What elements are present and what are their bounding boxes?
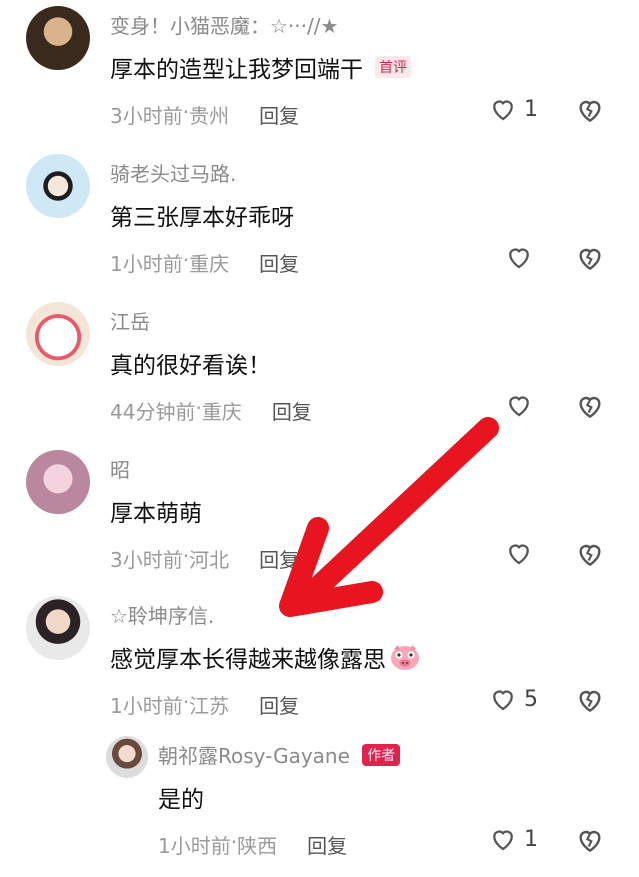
broken-heart-icon[interactable] [574, 242, 606, 274]
comment-text: 厚本萌萌 [110, 494, 202, 528]
avatar[interactable] [106, 736, 148, 778]
comment-time: 1小时前 [158, 834, 231, 858]
comment-text: 第三张厚本好乖呀 [110, 198, 294, 232]
comment-location: 重庆 [189, 252, 230, 276]
avatar[interactable] [26, 302, 90, 366]
username[interactable]: 骑老头过马路. [110, 158, 236, 187]
comment-body: 厚本的造型让我梦回端干 [110, 57, 363, 83]
comment-location: 河北 [189, 548, 230, 572]
reply-button[interactable]: 回复 [259, 100, 299, 129]
username[interactable]: ☆聆坤序信. [110, 600, 214, 629]
comment-location: 江苏 [189, 694, 230, 718]
broken-heart-icon[interactable] [574, 390, 606, 422]
comment-body: 厚本萌萌 [110, 501, 202, 527]
comment-time: 1小时前 [110, 694, 183, 718]
username[interactable]: 江岳 [110, 306, 150, 335]
username: 朝祁露Rosy-Gayane 作者 [158, 740, 401, 769]
comment-text: 真的很好看诶！ [110, 346, 271, 380]
comment-time: 1小时前 [110, 252, 183, 276]
comment-location: 重庆 [201, 400, 242, 424]
reply-button[interactable]: 回复 [259, 544, 299, 573]
first-comment-badge: 首评 [375, 56, 411, 78]
comment-meta: 44分钟前 · 重庆 回复 [110, 396, 312, 425]
reply-button[interactable]: 回复 [259, 690, 299, 719]
reply-username[interactable]: 朝祁露Rosy-Gayane [158, 744, 350, 768]
like-button[interactable] [504, 390, 540, 420]
comment-meta: 3小时前 · 河北 回复 [110, 544, 299, 573]
like-button[interactable] [504, 538, 540, 568]
comment-meta: 1小时前 · 陕西 回复 [158, 830, 347, 859]
like-count: 1 [524, 826, 538, 852]
reply-button[interactable]: 回复 [272, 396, 312, 425]
broken-heart-icon[interactable] [574, 538, 606, 570]
like-button[interactable]: 1 [488, 94, 538, 124]
like-button[interactable]: 1 [488, 824, 538, 854]
heart-outline-icon [509, 544, 529, 565]
broken-heart-icon[interactable] [574, 94, 606, 126]
avatar[interactable] [26, 596, 90, 660]
comment-body: 感觉厚本长得越来越像露思 [110, 647, 386, 673]
avatar[interactable] [26, 154, 90, 218]
comment-text: 是的 [158, 780, 204, 814]
comment-time: 3小时前 [110, 104, 183, 128]
comment-time: 44分钟前 [110, 400, 196, 424]
comment-time: 3小时前 [110, 548, 183, 572]
username[interactable]: 变身！小猫恶魔：☆···//★ [110, 10, 338, 39]
heart-outline-icon [509, 396, 529, 417]
avatar[interactable] [26, 6, 90, 70]
like-count: 5 [524, 686, 538, 712]
comment-text: 感觉厚本长得越来越像露思 [110, 640, 420, 674]
comment-meta: 1小时前 · 江苏 回复 [110, 690, 299, 719]
comment-meta: 1小时前 · 重庆 回复 [110, 248, 299, 277]
heart-outline-icon [509, 248, 529, 269]
avatar[interactable] [26, 450, 90, 514]
pig-face-emoji [391, 645, 419, 670]
comment-text: 厚本的造型让我梦回端干 首评 [110, 50, 411, 84]
comment-meta: 3小时前 · 贵州 回复 [110, 100, 299, 129]
heart-outline-icon [493, 100, 513, 121]
like-button[interactable]: 5 [488, 684, 538, 714]
like-button[interactable] [504, 242, 540, 272]
author-badge: 作者 [362, 744, 401, 766]
broken-heart-icon[interactable] [574, 684, 606, 716]
reply-button[interactable]: 回复 [307, 830, 347, 859]
like-count: 1 [524, 96, 538, 122]
comment-location: 陕西 [237, 834, 278, 858]
reply-button[interactable]: 回复 [259, 248, 299, 277]
heart-outline-icon [493, 690, 513, 711]
comment-body: 真的很好看诶！ [110, 353, 271, 379]
heart-outline-icon [493, 830, 513, 851]
comment-body: 第三张厚本好乖呀 [110, 205, 294, 231]
username[interactable]: 昭 [110, 454, 130, 483]
comment-location: 贵州 [189, 104, 230, 128]
comment-body: 是的 [158, 787, 204, 813]
broken-heart-icon[interactable] [574, 824, 606, 856]
